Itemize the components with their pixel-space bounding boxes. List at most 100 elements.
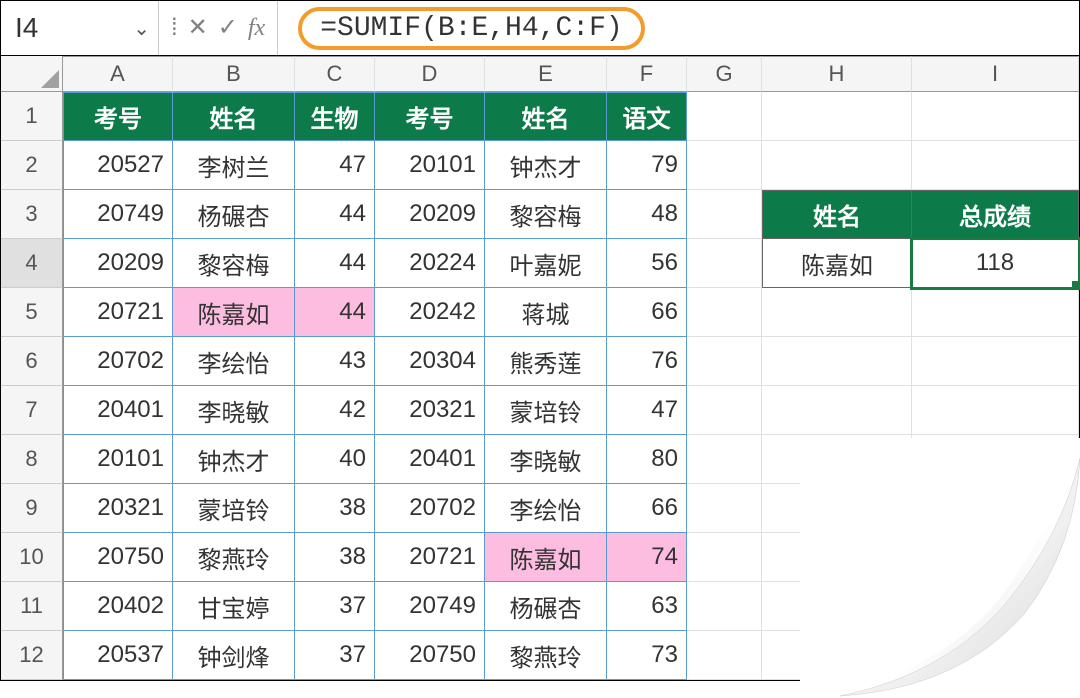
- cell-A6[interactable]: 20702: [63, 337, 173, 386]
- cell-H3[interactable]: 姓名: [762, 190, 912, 239]
- cell-G1[interactable]: [687, 92, 762, 141]
- cell-C7[interactable]: 42: [295, 386, 375, 435]
- row-header-7[interactable]: 7: [1, 386, 63, 435]
- col-header-E[interactable]: E: [485, 56, 607, 92]
- cell-B8[interactable]: 钟杰才: [173, 435, 295, 484]
- cell-G5[interactable]: [687, 288, 762, 337]
- cell-H5[interactable]: [762, 288, 912, 337]
- row-header-4[interactable]: 4: [1, 239, 63, 288]
- cell-E7[interactable]: 蒙培铃: [485, 386, 607, 435]
- cell-E3[interactable]: 黎容梅: [485, 190, 607, 239]
- cell-E12[interactable]: 黎燕玲: [485, 631, 607, 680]
- cell-A10[interactable]: 20750: [63, 533, 173, 582]
- cell-F4[interactable]: 56: [607, 239, 687, 288]
- cell-D12[interactable]: 20750: [375, 631, 485, 680]
- cell-I4[interactable]: 118: [912, 239, 1079, 288]
- cell-D8[interactable]: 20401: [375, 435, 485, 484]
- formula-input[interactable]: =SUMIF(B:E,H4,C:F): [298, 7, 644, 50]
- cell-D9[interactable]: 20702: [375, 484, 485, 533]
- cell-E2[interactable]: 钟杰才: [485, 141, 607, 190]
- cell-D6[interactable]: 20304: [375, 337, 485, 386]
- cell-C8[interactable]: 40: [295, 435, 375, 484]
- row-header-1[interactable]: 1: [1, 92, 63, 141]
- cell-B2[interactable]: 李树兰: [173, 141, 295, 190]
- cell-G8[interactable]: [687, 435, 762, 484]
- cell-E10[interactable]: 陈嘉如: [485, 533, 607, 582]
- cell-G11[interactable]: [687, 582, 762, 631]
- cell-H10[interactable]: [762, 533, 912, 582]
- cell-E4[interactable]: 叶嘉妮: [485, 239, 607, 288]
- cell-A9[interactable]: 20321: [63, 484, 173, 533]
- cell-F11[interactable]: 63: [607, 582, 687, 631]
- cell-F2[interactable]: 79: [607, 141, 687, 190]
- col-header-G[interactable]: G: [687, 56, 762, 92]
- cell-F8[interactable]: 80: [607, 435, 687, 484]
- chevron-down-icon[interactable]: ⌄: [133, 16, 150, 41]
- fx-icon[interactable]: fx: [248, 16, 265, 40]
- cell-E9[interactable]: 李绘怡: [485, 484, 607, 533]
- cell-D10[interactable]: 20721: [375, 533, 485, 582]
- cell-D1[interactable]: 考号: [375, 92, 485, 141]
- col-header-F[interactable]: F: [607, 56, 687, 92]
- cell-B6[interactable]: 李绘怡: [173, 337, 295, 386]
- cell-B4[interactable]: 黎容梅: [173, 239, 295, 288]
- select-all-corner[interactable]: [1, 56, 63, 92]
- spreadsheet-grid[interactable]: A B C D E F G H I 1 考号 姓名 生物 考号 姓名 语文 2 …: [0, 56, 1080, 681]
- cell-C3[interactable]: 44: [295, 190, 375, 239]
- cell-A8[interactable]: 20101: [63, 435, 173, 484]
- row-header-6[interactable]: 6: [1, 337, 63, 386]
- cell-C2[interactable]: 47: [295, 141, 375, 190]
- row-header-8[interactable]: 8: [1, 435, 63, 484]
- cell-B1[interactable]: 姓名: [173, 92, 295, 141]
- cell-I12[interactable]: [912, 631, 1079, 680]
- cell-F10[interactable]: 74: [607, 533, 687, 582]
- row-header-12[interactable]: 12: [1, 631, 63, 680]
- cell-G2[interactable]: [687, 141, 762, 190]
- cell-F1[interactable]: 语文: [607, 92, 687, 141]
- row-header-9[interactable]: 9: [1, 484, 63, 533]
- cell-H11[interactable]: [762, 582, 912, 631]
- cell-A3[interactable]: 20749: [63, 190, 173, 239]
- cell-I11[interactable]: [912, 582, 1079, 631]
- cell-B5[interactable]: 陈嘉如: [173, 288, 295, 337]
- cell-C9[interactable]: 38: [295, 484, 375, 533]
- cell-E8[interactable]: 李晓敏: [485, 435, 607, 484]
- cell-H9[interactable]: [762, 484, 912, 533]
- row-header-10[interactable]: 10: [1, 533, 63, 582]
- cell-I7[interactable]: [912, 386, 1079, 435]
- col-header-H[interactable]: H: [762, 56, 912, 92]
- row-header-2[interactable]: 2: [1, 141, 63, 190]
- cell-F7[interactable]: 47: [607, 386, 687, 435]
- cell-E5[interactable]: 蒋城: [485, 288, 607, 337]
- cell-A1[interactable]: 考号: [63, 92, 173, 141]
- cell-C6[interactable]: 43: [295, 337, 375, 386]
- cell-G9[interactable]: [687, 484, 762, 533]
- cell-B9[interactable]: 蒙培铃: [173, 484, 295, 533]
- cell-D5[interactable]: 20242: [375, 288, 485, 337]
- cell-H1[interactable]: [762, 92, 912, 141]
- cell-C1[interactable]: 生物: [295, 92, 375, 141]
- cell-F5[interactable]: 66: [607, 288, 687, 337]
- cell-I5[interactable]: [912, 288, 1079, 337]
- col-header-I[interactable]: I: [912, 56, 1079, 92]
- cell-E6[interactable]: 熊秀莲: [485, 337, 607, 386]
- cell-H12[interactable]: [762, 631, 912, 680]
- cell-I9[interactable]: [912, 484, 1079, 533]
- row-header-11[interactable]: 11: [1, 582, 63, 631]
- cell-B11[interactable]: 甘宝婷: [173, 582, 295, 631]
- cell-I10[interactable]: [912, 533, 1079, 582]
- cell-H6[interactable]: [762, 337, 912, 386]
- cell-B12[interactable]: 钟剑烽: [173, 631, 295, 680]
- col-header-A[interactable]: A: [63, 56, 173, 92]
- name-box[interactable]: I4 ⌄: [1, 1, 159, 55]
- cell-G7[interactable]: [687, 386, 762, 435]
- cell-E1[interactable]: 姓名: [485, 92, 607, 141]
- cell-C5[interactable]: 44: [295, 288, 375, 337]
- row-header-5[interactable]: 5: [1, 288, 63, 337]
- cancel-icon[interactable]: ✕: [188, 16, 208, 40]
- cell-I2[interactable]: [912, 141, 1079, 190]
- cell-G4[interactable]: [687, 239, 762, 288]
- cell-A11[interactable]: 20402: [63, 582, 173, 631]
- cell-A12[interactable]: 20537: [63, 631, 173, 680]
- cell-A2[interactable]: 20527: [63, 141, 173, 190]
